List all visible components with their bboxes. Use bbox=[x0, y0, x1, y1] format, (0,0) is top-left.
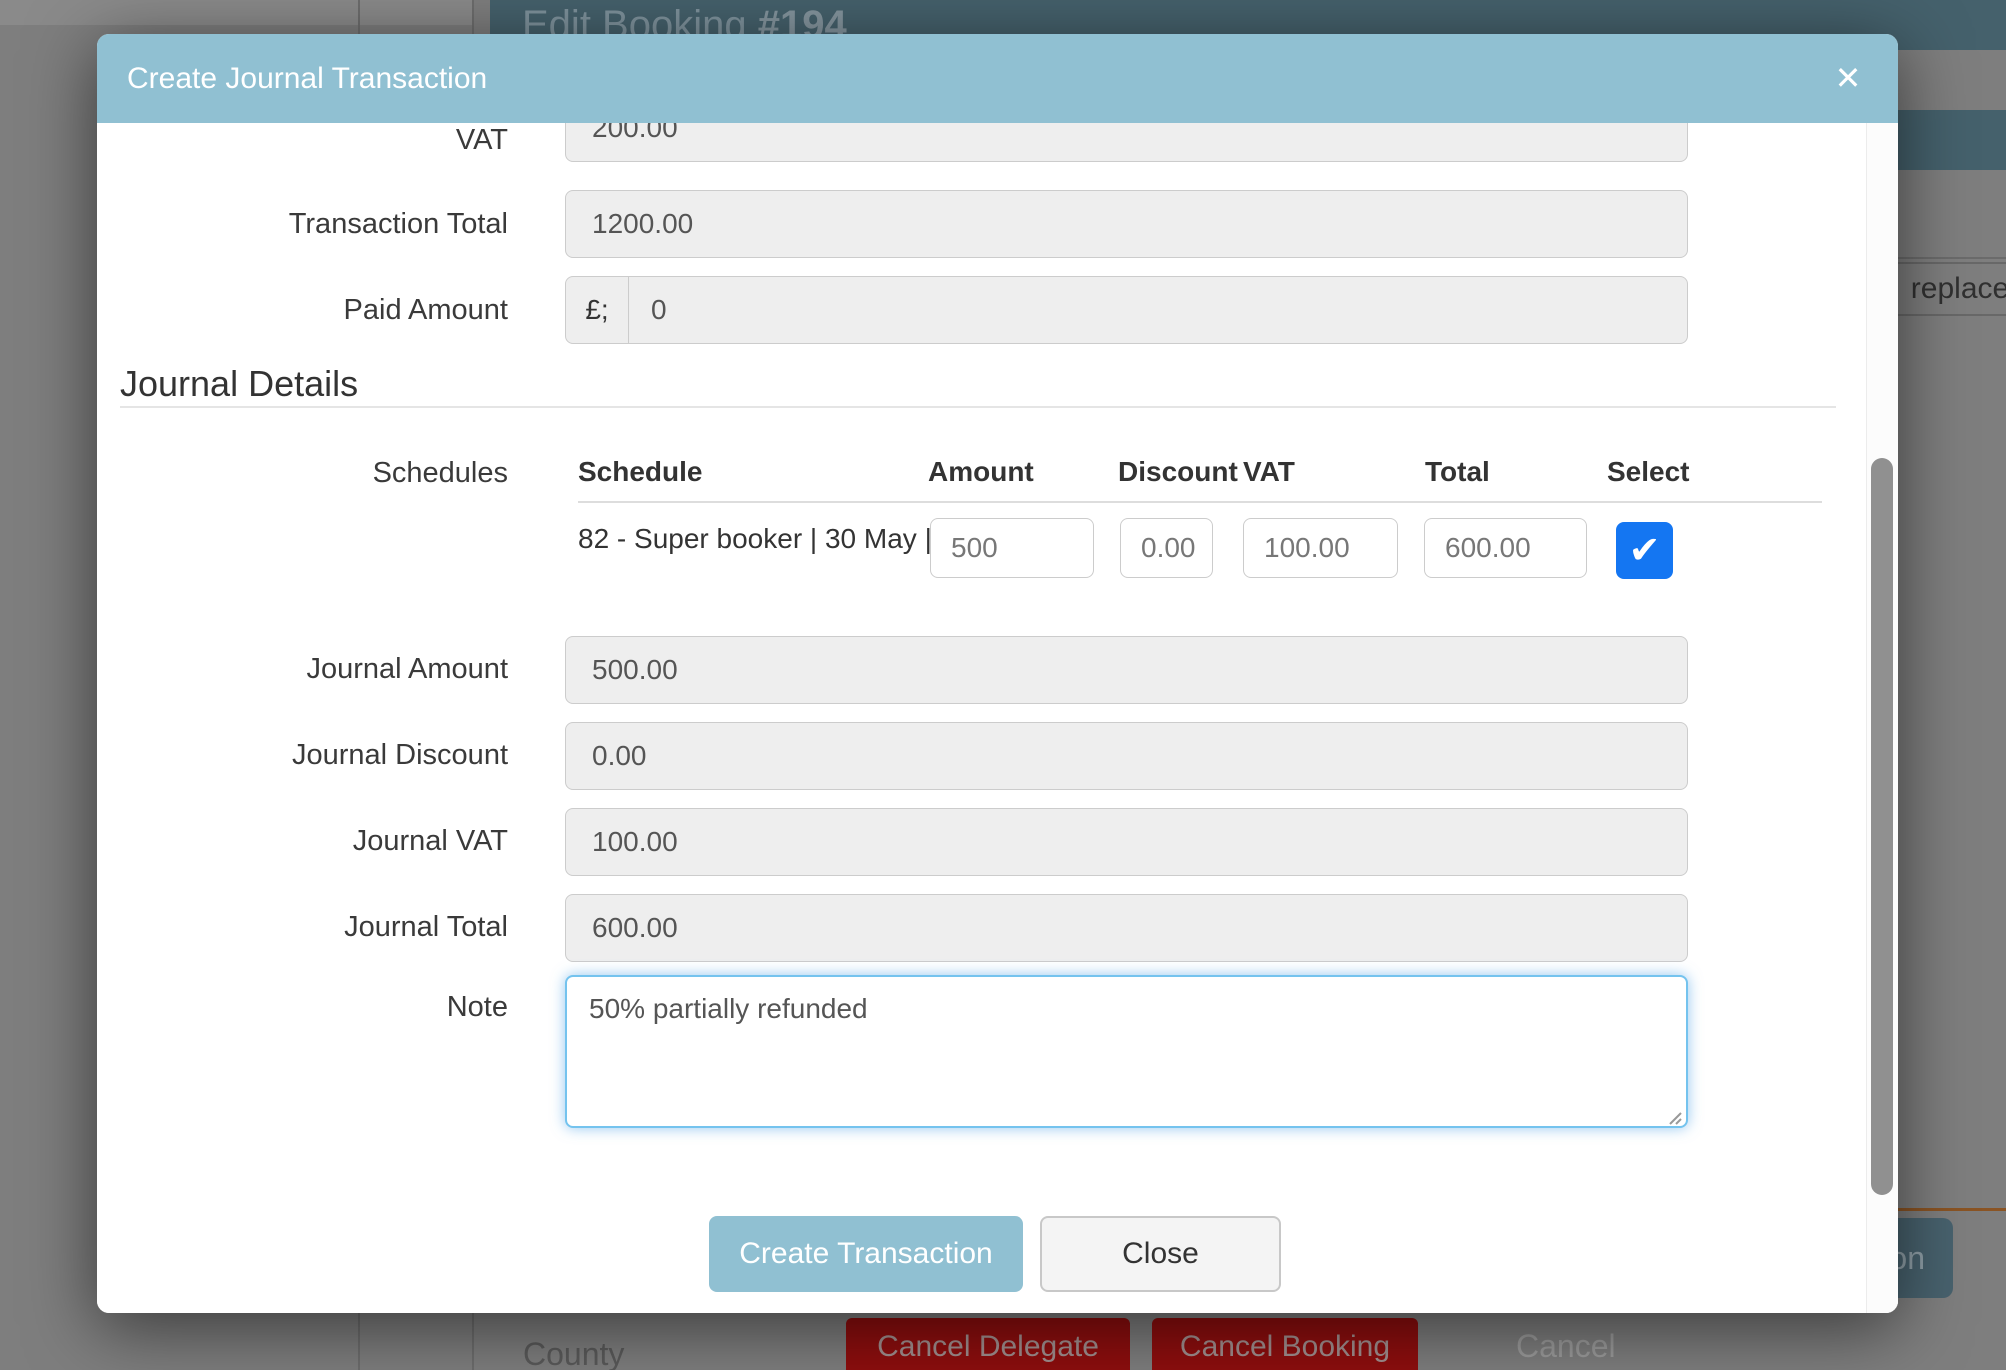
journal-vat-wrap bbox=[565, 808, 1688, 876]
note-label: Note bbox=[97, 990, 508, 1024]
schedules-label: Schedules bbox=[97, 456, 508, 490]
currency-addon: £; bbox=[565, 276, 629, 344]
background-top-strip bbox=[0, 0, 472, 25]
journal-discount-label: Journal Discount bbox=[97, 738, 508, 772]
vat-input[interactable] bbox=[565, 123, 1688, 162]
note-textarea[interactable]: 50% partially refunded bbox=[565, 975, 1688, 1128]
modal-scrollbar-track[interactable] bbox=[1866, 123, 1898, 1313]
transaction-total-input[interactable] bbox=[565, 190, 1688, 258]
transaction-total-field-wrap bbox=[565, 190, 1688, 258]
paid-amount-label: Paid Amount bbox=[97, 293, 508, 327]
create-journal-transaction-modal: Create Journal Transaction ✕ VAT Transac… bbox=[97, 34, 1898, 1313]
modal-scrollbar-thumb[interactable] bbox=[1871, 458, 1893, 1195]
modal-title: Create Journal Transaction bbox=[127, 34, 487, 123]
column-header-schedule: Schedule bbox=[578, 456, 702, 488]
column-header-discount: Discount bbox=[1118, 456, 1238, 488]
journal-vat-input[interactable] bbox=[565, 808, 1688, 876]
close-button[interactable]: Close bbox=[1040, 1216, 1281, 1292]
schedule-select-checkbox[interactable]: ✔ bbox=[1616, 522, 1673, 579]
screen: Edit Booking #194 replace on County Canc… bbox=[0, 0, 2006, 1370]
schedule-total-input[interactable] bbox=[1424, 518, 1587, 578]
column-header-amount: Amount bbox=[928, 456, 1034, 488]
column-header-select: Select bbox=[1607, 456, 1690, 488]
county-label: County bbox=[523, 1336, 624, 1370]
column-header-total: Total bbox=[1425, 456, 1490, 488]
journal-amount-input[interactable] bbox=[565, 636, 1688, 704]
journal-total-wrap bbox=[565, 894, 1688, 962]
journal-discount-wrap bbox=[565, 722, 1688, 790]
journal-details-heading: Journal Details bbox=[120, 363, 358, 405]
modal-body: VAT Transaction Total Paid Amount £; 0 J… bbox=[97, 123, 1898, 1313]
cancel-booking-button[interactable]: Cancel Booking bbox=[1152, 1318, 1418, 1370]
note-field-wrap: 50% partially refunded bbox=[565, 975, 1688, 1133]
paid-amount-group: £; 0 bbox=[565, 276, 1688, 344]
vat-field-wrap bbox=[565, 123, 1688, 162]
column-header-vat: VAT bbox=[1243, 456, 1295, 488]
schedule-discount-input[interactable] bbox=[1120, 518, 1213, 578]
table-header-divider bbox=[578, 501, 1822, 503]
create-transaction-button[interactable]: Create Transaction bbox=[709, 1216, 1023, 1292]
journal-vat-label: Journal VAT bbox=[97, 824, 508, 858]
section-divider bbox=[120, 406, 1836, 408]
journal-amount-wrap bbox=[565, 636, 1688, 704]
schedule-amount-input[interactable] bbox=[930, 518, 1094, 578]
journal-amount-label: Journal Amount bbox=[97, 652, 508, 686]
journal-total-label: Journal Total bbox=[97, 910, 508, 944]
journal-discount-input[interactable] bbox=[565, 722, 1688, 790]
checkmark-icon: ✔ bbox=[1629, 528, 1661, 572]
modal-header: Create Journal Transaction ✕ bbox=[97, 34, 1898, 123]
journal-total-input[interactable] bbox=[565, 894, 1688, 962]
schedule-vat-input[interactable] bbox=[1243, 518, 1398, 578]
cancel-link[interactable]: Cancel bbox=[1516, 1328, 1616, 1365]
close-icon[interactable]: ✕ bbox=[1826, 56, 1870, 100]
vat-label: VAT bbox=[97, 123, 508, 157]
paid-amount-input[interactable]: 0 bbox=[629, 276, 1688, 344]
transaction-total-label: Transaction Total bbox=[97, 207, 508, 241]
resize-handle-icon[interactable] bbox=[1666, 1109, 1682, 1125]
cancel-delegate-button[interactable]: Cancel Delegate bbox=[846, 1318, 1130, 1370]
